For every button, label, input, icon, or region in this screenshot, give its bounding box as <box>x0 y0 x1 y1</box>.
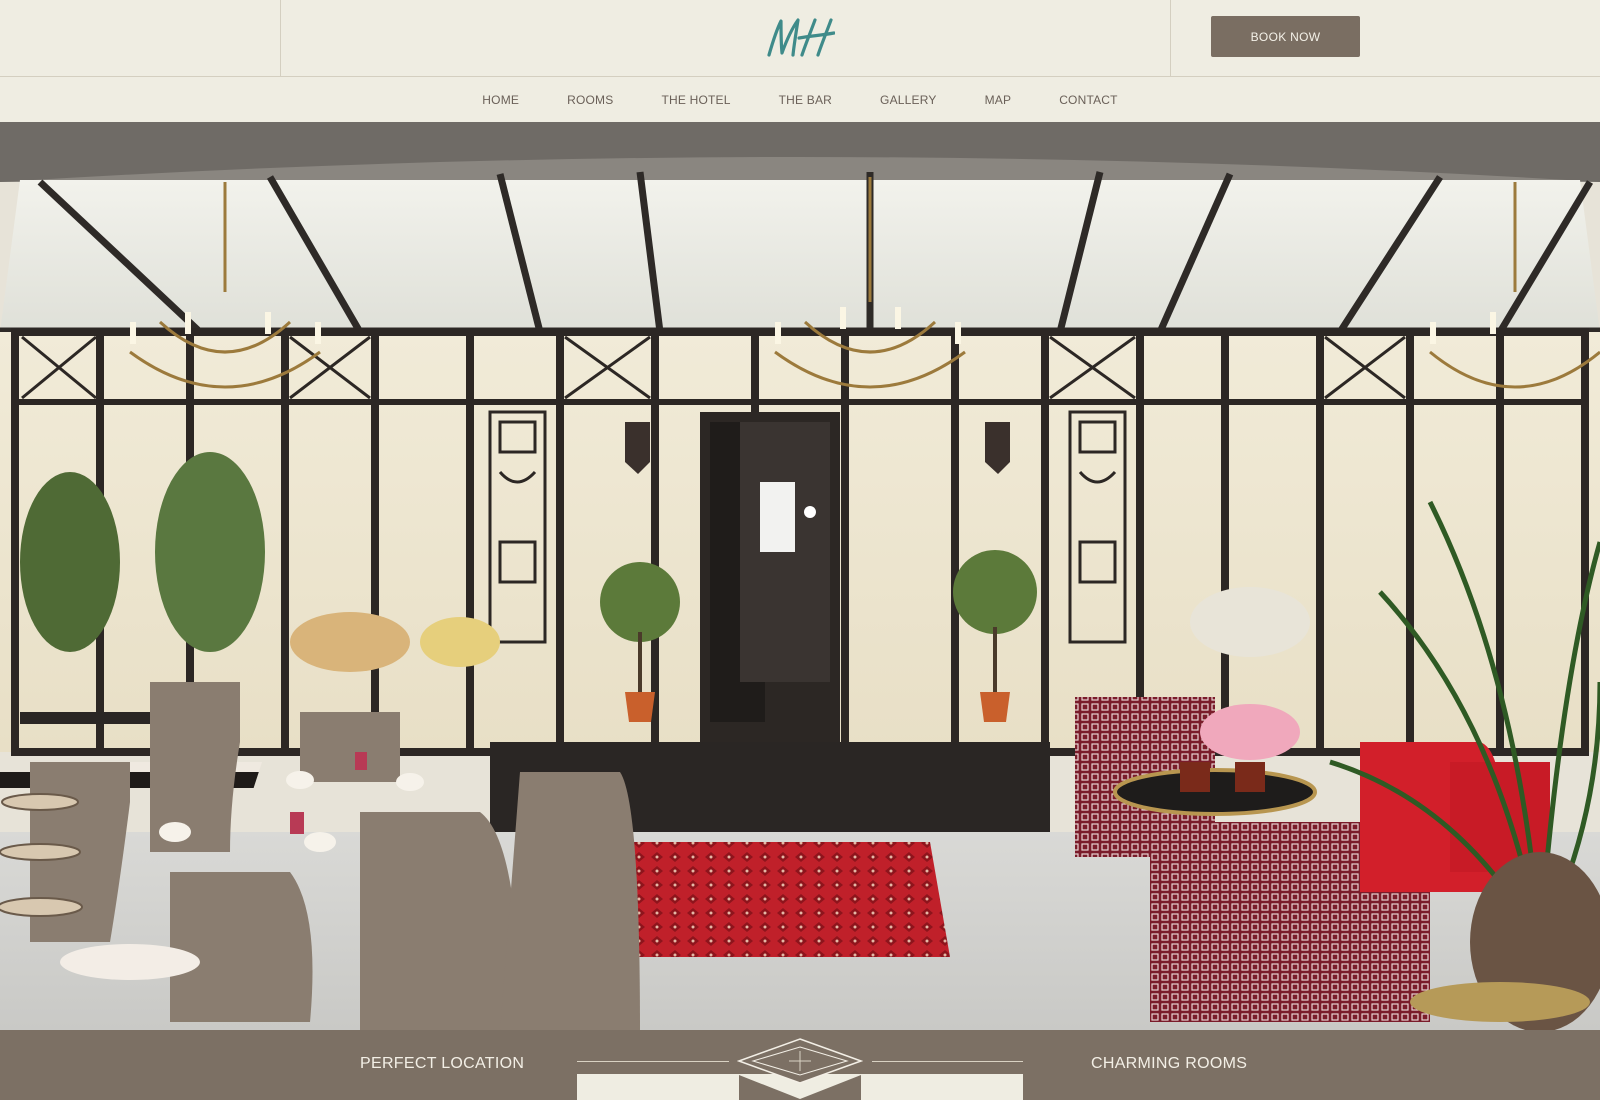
logo-mh-mark <box>767 18 835 57</box>
nav-item-the-hotel[interactable]: THE HOTEL <box>661 93 730 107</box>
hero-image <box>0 122 1600 1030</box>
nav-item-the-bar[interactable]: THE BAR <box>779 93 832 107</box>
main-nav: HOME ROOMS THE HOTEL THE BAR GALLERY MAP… <box>0 78 1600 122</box>
conservatory-illustration <box>0 122 1600 1030</box>
nav-item-contact[interactable]: CONTACT <box>1059 93 1118 107</box>
nav-item-map[interactable]: MAP <box>985 93 1012 107</box>
book-now-button[interactable]: BOOK NOW <box>1211 16 1360 57</box>
band-rule-left <box>577 1061 729 1062</box>
nav-item-gallery[interactable]: GALLERY <box>880 93 937 107</box>
feature-charming-rooms[interactable]: CHARMING ROOMS <box>1091 1055 1247 1073</box>
site-logo[interactable]: MH <box>760 12 840 62</box>
band-rule-right <box>872 1061 1023 1062</box>
feature-band: PERFECT LOCATION CHARMING ROOMS <box>0 1030 1600 1100</box>
header-divider-left <box>280 0 281 77</box>
book-now-label: BOOK NOW <box>1250 29 1321 44</box>
feature-perfect-location[interactable]: PERFECT LOCATION <box>360 1055 524 1073</box>
nav-item-rooms[interactable]: ROOMS <box>567 93 613 107</box>
site-header: MH BOOK NOW <box>0 0 1600 77</box>
nav-item-home[interactable]: HOME <box>482 93 519 107</box>
nav-list: HOME ROOMS THE HOTEL THE BAR GALLERY MAP… <box>458 93 1141 107</box>
diamond-ornament-icon <box>737 1038 863 1100</box>
header-divider-right <box>1170 0 1171 77</box>
